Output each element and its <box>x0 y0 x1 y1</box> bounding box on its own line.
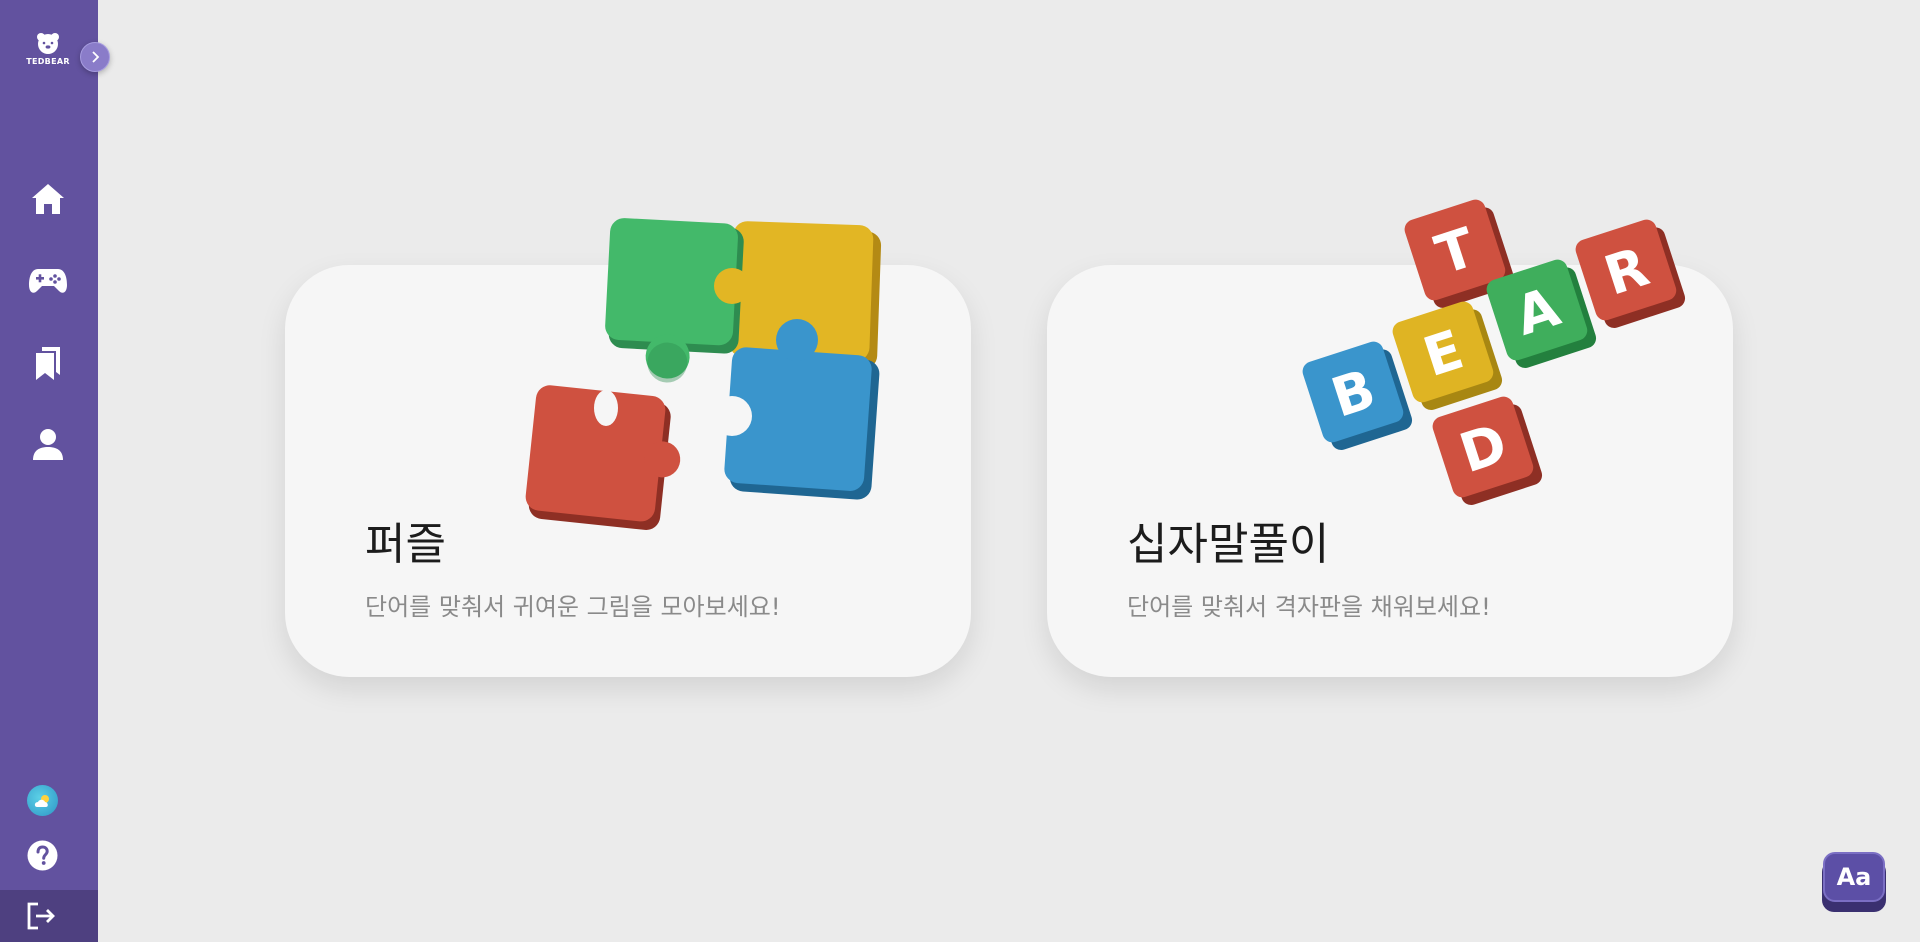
help-icon <box>27 840 58 871</box>
block-d: D <box>1432 396 1543 505</box>
bookmarks-icon <box>36 347 60 380</box>
sidebar-item-games[interactable] <box>25 258 71 304</box>
logout-icon <box>27 902 55 930</box>
sidebar-expand-button[interactable] <box>80 42 110 72</box>
puzzle-pieces-illustration <box>525 218 882 531</box>
help-button[interactable] <box>27 840 58 871</box>
crossword-card-description: 단어를 맞춰서 격자판을 채워보세요! <box>1127 593 1491 621</box>
puzzle-card-title: 퍼즐 <box>365 519 446 570</box>
sidebar: TEDBEAR <box>0 0 98 942</box>
block-b: B <box>1302 341 1413 450</box>
sidebar-item-bookmarks[interactable] <box>25 340 71 386</box>
logo-text: TEDBEAR <box>26 57 70 66</box>
user-icon <box>33 429 63 460</box>
home-icon <box>32 184 64 214</box>
logout-button[interactable] <box>0 890 98 942</box>
block-e: E <box>1392 301 1503 410</box>
puzzle-card-description: 단어를 맞춰서 귀여운 그림을 모아보세요! <box>365 593 781 621</box>
weather-button[interactable] <box>27 785 58 816</box>
sidebar-item-home[interactable] <box>25 176 71 222</box>
gamepad-icon <box>29 269 67 293</box>
tedbear-logo[interactable]: TEDBEAR <box>22 30 74 78</box>
font-size-button[interactable]: Aa <box>1822 852 1886 912</box>
letter-blocks-illustration: T R A E B D <box>1302 199 1686 505</box>
bear-logo-icon <box>37 33 59 54</box>
weather-icon <box>34 794 49 807</box>
block-r: R <box>1575 219 1686 328</box>
chevron-right-icon <box>92 51 100 63</box>
font-size-button-label: Aa <box>1823 852 1885 902</box>
sidebar-item-profile[interactable] <box>25 421 71 467</box>
